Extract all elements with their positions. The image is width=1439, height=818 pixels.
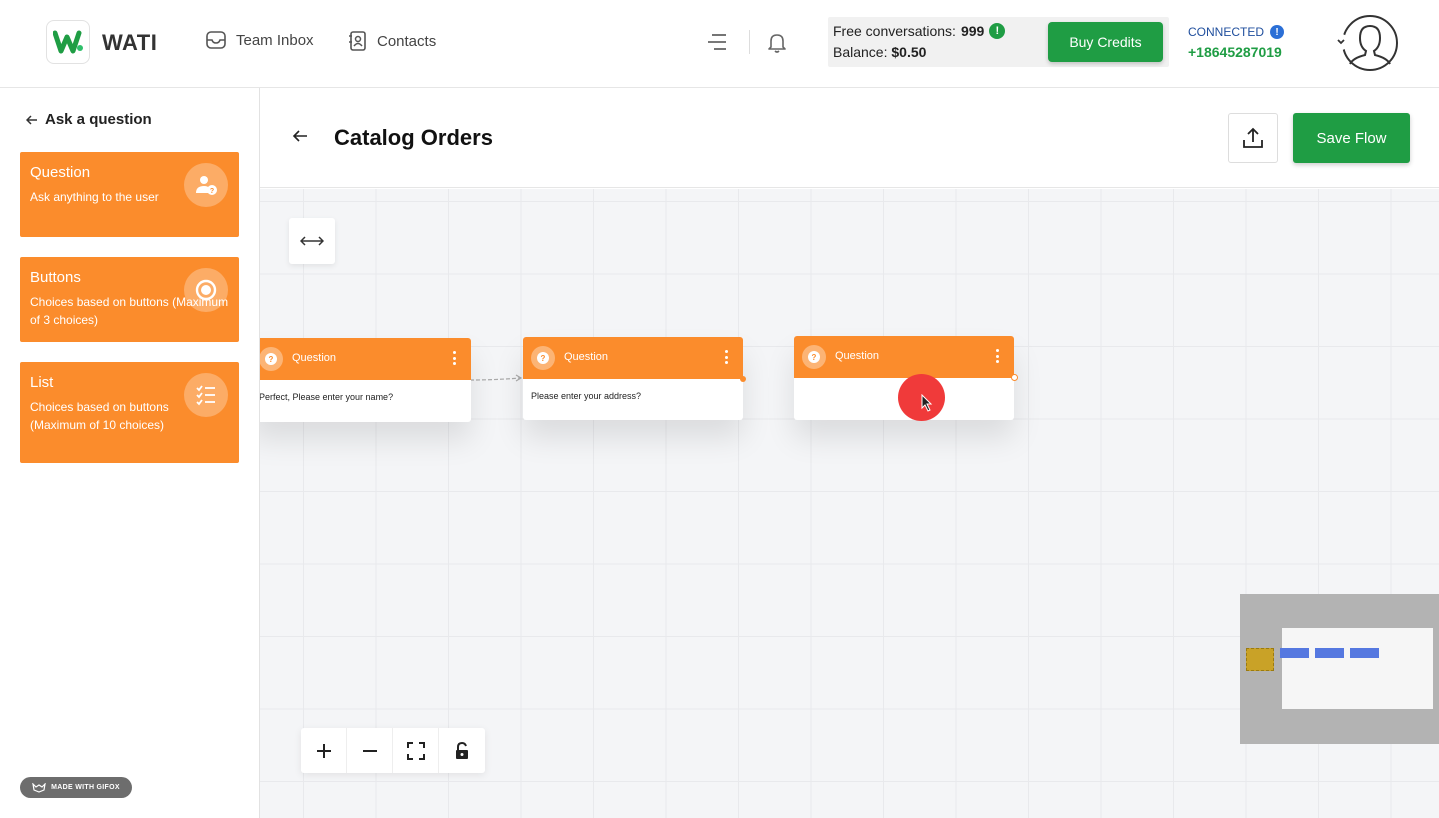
zoom-in-button[interactable]: [301, 728, 347, 773]
gifox-watermark: MADE WITH GIFOX: [20, 777, 132, 798]
free-conversations-value: 999: [960, 23, 985, 39]
flow-canvas[interactable]: ? Question Perfect, Please enter your na…: [260, 189, 1439, 818]
account-dropdown[interactable]: [1333, 34, 1349, 50]
connection-info-icon[interactable]: !: [1270, 25, 1285, 39]
node-header: ? Question: [794, 336, 1014, 378]
balance-value: $0.50: [891, 44, 927, 60]
buy-credits-button[interactable]: Buy Credits: [1048, 22, 1163, 62]
node-title: Question: [835, 350, 880, 362]
node-header: ? Question: [260, 338, 471, 380]
wati-logo-icon: [53, 30, 83, 54]
back-arrow-icon[interactable]: [292, 129, 308, 143]
zoom-out-button[interactable]: [347, 728, 393, 773]
inbox-icon: [206, 31, 226, 49]
sidebar-card-buttons[interactable]: Buttons Choices based on buttons (Maximu…: [20, 257, 239, 342]
flow-header: Catalog Orders Save Flow: [260, 88, 1439, 188]
fox-icon: [32, 782, 46, 793]
ask-question-label: Ask a question: [45, 111, 152, 128]
node-header: ? Question: [523, 337, 743, 379]
minimap-viewport[interactable]: [1282, 628, 1433, 709]
fit-view-button[interactable]: [393, 728, 439, 773]
question-icon: ?: [260, 347, 283, 371]
svg-text:?: ?: [210, 188, 214, 195]
contacts-icon: [349, 31, 366, 51]
minimap-node: [1280, 648, 1309, 658]
question-icon: ?: [531, 346, 555, 370]
radio-button-icon: [184, 268, 228, 312]
ask-question-back[interactable]: Ask a question: [26, 111, 152, 128]
question-icon: ?: [802, 345, 826, 369]
fullscreen-icon: [406, 741, 425, 760]
credits-panel: Free conversations: 999 ! Balance: $0.50…: [828, 17, 1169, 67]
chevron-down-icon: [1337, 39, 1345, 45]
nav-team-inbox[interactable]: Team Inbox: [205, 30, 314, 50]
node-title: Question: [564, 351, 609, 363]
export-button[interactable]: [1228, 113, 1278, 163]
save-flow-button[interactable]: Save Flow: [1293, 113, 1410, 163]
sidebar-card-list[interactable]: List Choices based on buttons (Maximum o…: [20, 362, 239, 463]
card-title: List: [30, 374, 54, 391]
node-text: Perfect, Please enter your name?: [260, 392, 394, 402]
card-title: Question: [30, 164, 91, 181]
plus-icon: [316, 743, 331, 758]
minimap-node: [1350, 648, 1379, 658]
card-title: Buttons: [30, 269, 81, 286]
arrow-left-icon: [26, 114, 37, 125]
lock-icon: [456, 741, 468, 759]
node-title: Question: [292, 352, 337, 364]
page-title: Catalog Orders: [334, 125, 493, 150]
minimap[interactable]: [1240, 594, 1439, 744]
flow-node-question-2[interactable]: ? Question Please enter your address?: [523, 337, 743, 420]
node-output-port[interactable]: [740, 376, 746, 382]
info-icon[interactable]: !: [989, 23, 1006, 39]
card-description: Choices based on buttons (Maximum of 10 …: [30, 400, 169, 432]
node-menu-icon[interactable]: [725, 350, 729, 364]
avatar[interactable]: [1341, 14, 1399, 72]
upload-icon: [1243, 127, 1263, 148]
gifox-label: MADE WITH GIFOX: [51, 784, 120, 791]
node-connector: [470, 374, 523, 382]
user-question-icon: ?: [184, 163, 228, 207]
menu-icon[interactable]: [706, 32, 728, 52]
balance: Balance: $0.50: [833, 44, 926, 60]
wati-logo[interactable]: [46, 20, 90, 64]
expand-width-button[interactable]: [289, 218, 335, 264]
node-output-port[interactable]: [1011, 374, 1018, 381]
nav-contacts[interactable]: Contacts: [348, 30, 436, 52]
nav-team-inbox-label: Team Inbox: [236, 31, 314, 49]
bell-icon[interactable]: [767, 32, 787, 54]
top-bar: WATI Team Inbox Contacts Free conversati…: [0, 0, 1439, 88]
node-text: Please enter your address?: [531, 391, 642, 401]
connection-status: CONNECTED !: [1188, 25, 1285, 39]
lock-button[interactable]: [439, 728, 485, 773]
checklist-icon: [184, 373, 228, 417]
node-menu-icon[interactable]: [996, 349, 1000, 363]
balance-label: Balance:: [833, 44, 888, 60]
phone-number: +18645287019: [1188, 44, 1282, 60]
sidebar-card-question[interactable]: Question Ask anything to the user ?: [20, 152, 239, 237]
sidebar: Ask a question Question Ask anything to …: [0, 88, 260, 818]
cursor-icon: [921, 394, 933, 412]
node-menu-icon[interactable]: [453, 351, 457, 365]
header-divider: [749, 30, 750, 54]
zoom-controls: [301, 728, 485, 773]
free-conversations: Free conversations: 999 !: [833, 23, 1006, 39]
free-conversations-label: Free conversations:: [833, 23, 956, 39]
minimap-start-node: [1246, 648, 1274, 671]
arrows-horizontal-icon: [300, 236, 324, 246]
flow-node-question-1[interactable]: ? Question Perfect, Please enter your na…: [260, 338, 471, 422]
minus-icon: [362, 749, 377, 752]
nav-contacts-label: Contacts: [377, 32, 437, 50]
connection-status-label: CONNECTED: [1188, 25, 1265, 39]
minimap-node: [1315, 648, 1344, 658]
brand-name: WATI: [102, 30, 158, 55]
